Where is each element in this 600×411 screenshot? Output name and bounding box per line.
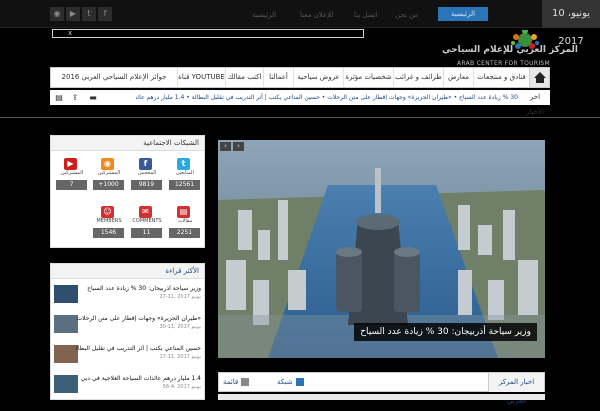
social-networks-widget: الشبكات الاجتماعية t المتابعين 12561 f ا… <box>50 135 205 248</box>
top-link-about[interactable]: من نحن <box>395 9 418 21</box>
tab-list-label: قائمة <box>223 378 239 386</box>
article-title[interactable]: وزير سياحة أذربيجان: 30 % زيادة عدد السي… <box>76 285 201 292</box>
list-item[interactable]: «طيران الجزيرة» وجهات إقطار على متن الرح… <box>51 311 204 337</box>
article-thumbnail[interactable] <box>54 285 78 303</box>
news-section-title: اخبار المركز العربي <box>488 373 544 405</box>
social-card-youtube[interactable]: ▶ المشتركين 7 <box>56 158 87 190</box>
social-card-count: 1546 <box>93 228 124 238</box>
slider-caption[interactable]: وزير سياحة أذربيجان: 30 % زيادة عدد السي… <box>354 323 537 341</box>
social-card-count: 9819 <box>131 180 162 190</box>
nav-hotels[interactable]: فنادق و منتجعات <box>473 68 529 87</box>
slider-dots[interactable] <box>358 351 408 355</box>
news-section-bar: اخبار المركز العربي شبكة قائمة <box>218 372 545 405</box>
list-item[interactable]: حسين المناعي يكتب | أثر التدريب في تقليل… <box>51 341 204 367</box>
nav-curiosities[interactable]: طرائف و غرائب <box>393 68 443 87</box>
header-separator <box>0 117 600 118</box>
rss-icon: ◉ <box>101 158 114 170</box>
nav-tourism-offers[interactable]: عروض سياحية <box>293 68 343 87</box>
social-card-twitter[interactable]: t المتابعين 12561 <box>169 158 200 190</box>
youtube-icon: ▶ <box>64 158 77 170</box>
tab-list[interactable]: قائمة <box>223 375 250 390</box>
social-card-label: مقالات <box>177 218 193 224</box>
article-date: يونيو 2017 ,11-17 <box>159 354 201 360</box>
nav-personalities[interactable]: شخصيات مؤثرة <box>343 68 393 87</box>
logo-title-arabic: المركز العربي للإعلام السياحي <box>442 45 579 55</box>
news-ticker: اخر الأخبار 30 % زيادة عدد السياح • «طير… <box>50 90 550 116</box>
home-icon[interactable] <box>529 68 549 87</box>
slider-next-button[interactable]: › <box>233 142 244 151</box>
ticker-text[interactable]: 30 % زيادة عدد السياح • «طيران الجزيرة» … <box>136 90 518 105</box>
article-title[interactable]: «طيران الجزيرة» وجهات إقطار على متن الرح… <box>76 315 202 322</box>
article-thumbnail[interactable] <box>54 345 78 363</box>
facebook-icon[interactable]: f <box>98 7 112 21</box>
main-nav: فنادق و منتجعات معارض طرائف و غرائب شخصي… <box>50 67 550 88</box>
grid-icon <box>295 378 304 386</box>
social-card-label: COMMENTS <box>132 218 162 224</box>
tab-grid-label: شبكة <box>277 378 293 386</box>
top-link-advertise[interactable]: للإعلان معنا <box>300 9 333 21</box>
featured-slider[interactable]: ‹ › وزير سياحة أذربيجان: 30 % زيادة عدد … <box>218 140 545 358</box>
nav-our-work[interactable]: أعمالنا <box>263 68 293 87</box>
social-card-label: المشتركين <box>97 170 121 176</box>
ticker-label: اخر الأخبار <box>526 93 544 116</box>
top-link-contact[interactable]: اتصل بنا <box>354 9 378 21</box>
list-item[interactable]: 1.4 مليار درهم عائدات السياحة العلاجية ف… <box>51 371 204 397</box>
nav-awards[interactable]: جوائز الإعلام السياحي العربي 2016 <box>51 68 177 87</box>
search-close-icon[interactable]: x <box>68 29 72 38</box>
posts-icon: ▤ <box>177 206 190 218</box>
social-card-members[interactable]: ☺ MEMBERS 1546 <box>93 206 124 238</box>
current-date: 10 يونيو، 2017 <box>542 0 600 47</box>
slider-prev-button[interactable]: ‹ <box>220 142 231 151</box>
youtube-icon[interactable]: ▶ <box>66 7 80 21</box>
list-icon <box>241 378 250 386</box>
article-title[interactable]: حسين المناعي يكتب | أثر التدريب في تقليل… <box>76 345 201 352</box>
social-card-rss[interactable]: ◉ المشتركين +1000 <box>93 158 124 190</box>
nav-youtube[interactable]: قناة YOUTUBE <box>177 68 225 87</box>
twitter-icon[interactable]: t <box>82 7 96 21</box>
print-icon[interactable]: ▤ <box>54 93 64 102</box>
social-card-count: 12561 <box>169 180 200 190</box>
twitter-icon: t <box>177 158 190 170</box>
news-strip <box>218 394 545 400</box>
article-thumbnail[interactable] <box>54 375 78 393</box>
search-input[interactable] <box>52 29 364 38</box>
facebook-icon: f <box>139 158 152 170</box>
nav-write-article[interactable]: اكتب مقالك <box>225 68 263 87</box>
car-icon: ▬ <box>89 93 97 102</box>
social-card-label: المتابعين <box>176 170 194 176</box>
social-card-posts[interactable]: ▤ مقالات 2251 <box>169 206 200 238</box>
social-card-label: المعجبين <box>137 170 157 176</box>
social-card-count: 2251 <box>169 228 200 238</box>
list-item[interactable]: وزير سياحة أذربيجان: 30 % زيادة عدد السي… <box>51 281 204 307</box>
top-link-home[interactable]: الرئيسية <box>252 9 276 21</box>
social-card-facebook[interactable]: f المعجبين 9819 <box>131 158 162 190</box>
social-card-count: 11 <box>131 228 162 238</box>
article-thumbnail[interactable] <box>54 315 78 333</box>
social-card-label: MEMBERS <box>96 218 122 224</box>
social-card-label: المشتركين <box>60 170 84 176</box>
comments-icon: ✉ <box>139 206 152 218</box>
tab-grid[interactable]: شبكة <box>277 375 304 390</box>
social-widget-title: الشبكات الاجتماعية <box>51 136 204 151</box>
share-icon[interactable]: ⇪ <box>70 93 80 102</box>
article-date: يونيو 2017 ,4-56 <box>162 384 201 390</box>
article-date: يونيو 2017 ,11-27 <box>159 294 201 300</box>
top-bar: 10 يونيو، 2017 الرئيسية من نحن اتصل بنا … <box>0 0 600 47</box>
social-card-count: 7 <box>56 180 87 190</box>
top-home-link[interactable]: الرئيسية <box>438 7 488 21</box>
article-title[interactable]: 1.4 مليار درهم عائدات السياحة العلاجية ف… <box>76 375 201 382</box>
social-card-comments[interactable]: ✉ COMMENTS 11 <box>131 206 162 238</box>
nav-exhibitions[interactable]: معارض <box>443 68 473 87</box>
article-date: يونيو 2017 ,11-30 <box>159 324 201 330</box>
most-read-title: الأكثر قراءة <box>51 264 204 279</box>
social-card-count: +1000 <box>93 180 124 190</box>
rss-icon[interactable]: ◉ <box>50 7 64 21</box>
most-read-widget: الأكثر قراءة وزير سياحة أذربيجان: 30 % ز… <box>50 263 205 400</box>
members-icon: ☺ <box>101 206 114 218</box>
